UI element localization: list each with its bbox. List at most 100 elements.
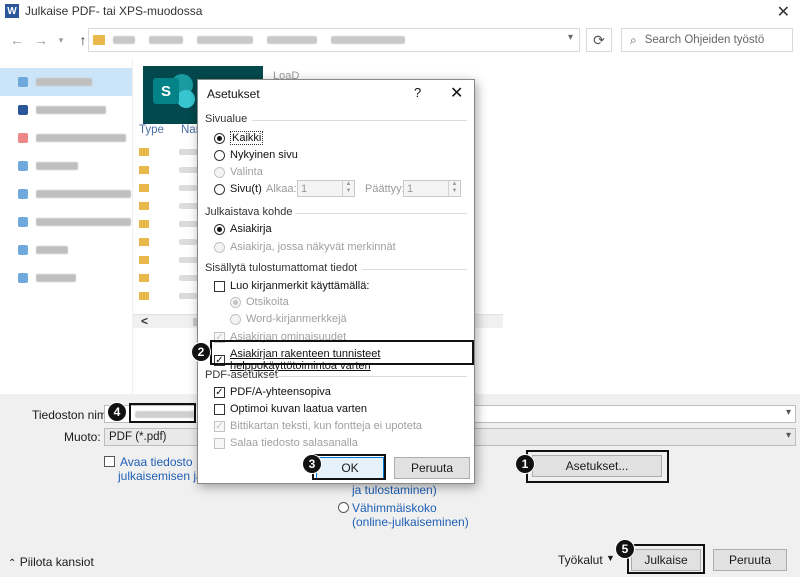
column-header-type[interactable]: Type — [139, 124, 164, 136]
publish-document-label: Asiakirja — [230, 223, 272, 235]
folder-icon — [139, 238, 149, 246]
optimize-minimum-radio[interactable] — [338, 502, 349, 513]
folder-icon — [139, 202, 149, 210]
create-bookmarks-checkbox[interactable]: Luo kirjanmerkit käyttämällä: — [214, 280, 369, 292]
hide-folders-label: Piilota kansiot — [19, 555, 94, 569]
nonprint-heading: Sisällytä tulostumattomat tiedot — [205, 262, 358, 274]
word-icon — [18, 105, 28, 115]
encrypt-label: Salaa tiedosto salasanalla — [230, 437, 358, 449]
list-item[interactable] — [139, 235, 197, 249]
scroll-left-icon[interactable]: < — [141, 314, 148, 328]
sharepoint-logo-icon: S — [153, 78, 179, 104]
publish-markup-radio[interactable]: Asiakirja, jossa näkyvät merkinnät — [214, 241, 396, 253]
folder-icon — [139, 256, 149, 264]
list-item[interactable] — [139, 217, 201, 231]
folder-icon — [139, 292, 149, 300]
word-app-icon: W — [5, 4, 19, 18]
publish-document-radio[interactable]: Asiakirja — [214, 223, 272, 235]
callout-badge-4: 4 — [107, 402, 127, 422]
encrypt-checkbox[interactable]: Salaa tiedosto salasanalla — [214, 437, 358, 449]
folder-icon — [139, 166, 149, 174]
chevron-up-icon: ⌃ — [8, 558, 17, 569]
bookmarks-headings-radio[interactable]: Otsikoita — [230, 296, 289, 308]
navigation-pane — [0, 58, 132, 394]
list-item[interactable] — [139, 199, 199, 213]
from-spinner[interactable]: 1 ▲ ▼ — [297, 180, 355, 197]
refresh-icon[interactable]: ⟳ — [586, 28, 612, 52]
list-item[interactable] — [139, 253, 199, 267]
sidebar-item-quick-access[interactable] — [0, 68, 132, 96]
filename-dropdown-icon[interactable]: ▾ — [786, 407, 791, 418]
optimize-minimum-label-2[interactable]: (online-julkaiseminen) — [352, 515, 469, 529]
computer-icon — [18, 245, 28, 255]
page-range-pages-radio[interactable]: Sivu(t) — [214, 183, 262, 195]
sidebar-item-this-pc[interactable] — [0, 236, 132, 264]
list-item[interactable] — [139, 163, 201, 177]
optimize-image-checkbox[interactable]: Optimoi kuvan laatua varten — [214, 403, 367, 415]
sidebar-item-network-drive[interactable] — [0, 180, 132, 208]
type-label: Muoto: — [64, 430, 101, 444]
address-dropdown-icon[interactable]: ▾ — [568, 32, 573, 43]
forward-arrow-icon[interactable]: → — [32, 32, 50, 48]
spinner-arrows-icon[interactable]: ▲ ▼ — [342, 181, 354, 196]
open-after-label-1[interactable]: Avaa tiedosto — [120, 455, 193, 469]
optimize-minimum-label-1[interactable]: Vähimmäiskoko — [352, 501, 437, 515]
folder-icon — [139, 274, 149, 282]
file-type-dropdown-icon[interactable]: ▾ — [786, 430, 791, 441]
callout-badge-2: 2 — [191, 342, 211, 362]
dropbox-icon — [18, 161, 28, 171]
network-icon — [18, 273, 28, 283]
page-range-current-radio[interactable]: Nykyinen sivu — [214, 149, 298, 161]
callout-frame-4 — [129, 403, 196, 423]
page-range-selection-radio[interactable]: Valinta — [214, 166, 263, 178]
sidebar-item-word[interactable] — [0, 96, 132, 124]
list-item[interactable] — [139, 145, 199, 159]
callout-frame-3 — [312, 454, 386, 480]
pdfa-label: PDF/A-yhteensopiva — [230, 386, 331, 398]
sidebar-item-onedrive[interactable] — [0, 208, 132, 236]
sidebar-item-network[interactable] — [0, 264, 132, 292]
bookmarks-word-label: Word-kirjanmerkkejä — [246, 313, 347, 325]
callout-badge-3: 3 — [302, 454, 322, 474]
onedrive-icon — [18, 217, 28, 227]
open-after-publish-checkbox[interactable] — [104, 456, 115, 467]
file-type-value: PDF (*.pdf) — [109, 431, 167, 443]
recent-chevron-icon[interactable]: ▾ — [52, 35, 70, 46]
address-bar[interactable]: ▾ — [88, 28, 580, 52]
create-bookmarks-label: Luo kirjanmerkit käyttämällä: — [230, 280, 370, 292]
window-close-icon[interactable]: ✕ — [777, 2, 790, 22]
page-range-all-radio[interactable]: Kaikki — [214, 131, 264, 145]
bookmarks-word-radio[interactable]: Word-kirjanmerkkejä — [230, 313, 347, 325]
spinner-arrows-icon[interactable]: ▲ ▼ — [448, 181, 460, 196]
page-range-current-label: Nykyinen sivu — [230, 149, 298, 161]
back-arrow-icon[interactable]: ← — [8, 32, 26, 48]
close-icon[interactable]: ✕ — [450, 83, 463, 103]
cancel-button[interactable]: Peruuta — [713, 549, 787, 571]
to-label: Päättyy: — [365, 183, 405, 195]
search-icon: ⌕ — [630, 32, 637, 47]
page-range-heading: Sivualue — [205, 113, 248, 125]
bitmap-text-checkbox[interactable]: ✓ Bittikartan teksti, kun fontteja ei upo… — [214, 420, 422, 432]
help-icon[interactable]: ? — [414, 85, 421, 100]
list-item[interactable] — [139, 271, 201, 285]
list-item[interactable] — [139, 289, 197, 303]
filename-label: Tiedoston nimi: — [32, 408, 113, 422]
hide-folders-toggle[interactable]: ⌃ Piilota kansiot — [8, 555, 94, 569]
search-box[interactable]: ⌕ Search Ohjeiden työstö — [621, 28, 793, 52]
from-label: Alkaa: — [266, 183, 297, 195]
callout-frame-2 — [210, 340, 474, 365]
publish-markup-label: Asiakirja, jossa näkyvät merkinnät — [230, 241, 396, 253]
to-spinner[interactable]: 1 ▲ ▼ — [403, 180, 461, 197]
dialog-title: Asetukset — [207, 87, 260, 101]
list-item[interactable] — [139, 181, 197, 195]
page-range-pages-label: Sivu(t) — [230, 183, 262, 195]
tools-label[interactable]: Työkalut — [558, 553, 603, 567]
breadcrumb — [113, 36, 405, 44]
tools-dropdown-icon[interactable]: ▼ — [606, 553, 615, 563]
sidebar-item-dropbox[interactable] — [0, 152, 132, 180]
sidebar-item-creative-cloud[interactable] — [0, 124, 132, 152]
bitmap-text-label: Bittikartan teksti, kun fontteja ei upot… — [230, 420, 423, 432]
optimize-standard-label[interactable]: ja tulostaminen) — [352, 483, 437, 497]
pdfa-checkbox[interactable]: ✓ PDF/A-yhteensopiva — [214, 386, 331, 398]
dialog-cancel-button[interactable]: Peruuta — [394, 457, 470, 479]
